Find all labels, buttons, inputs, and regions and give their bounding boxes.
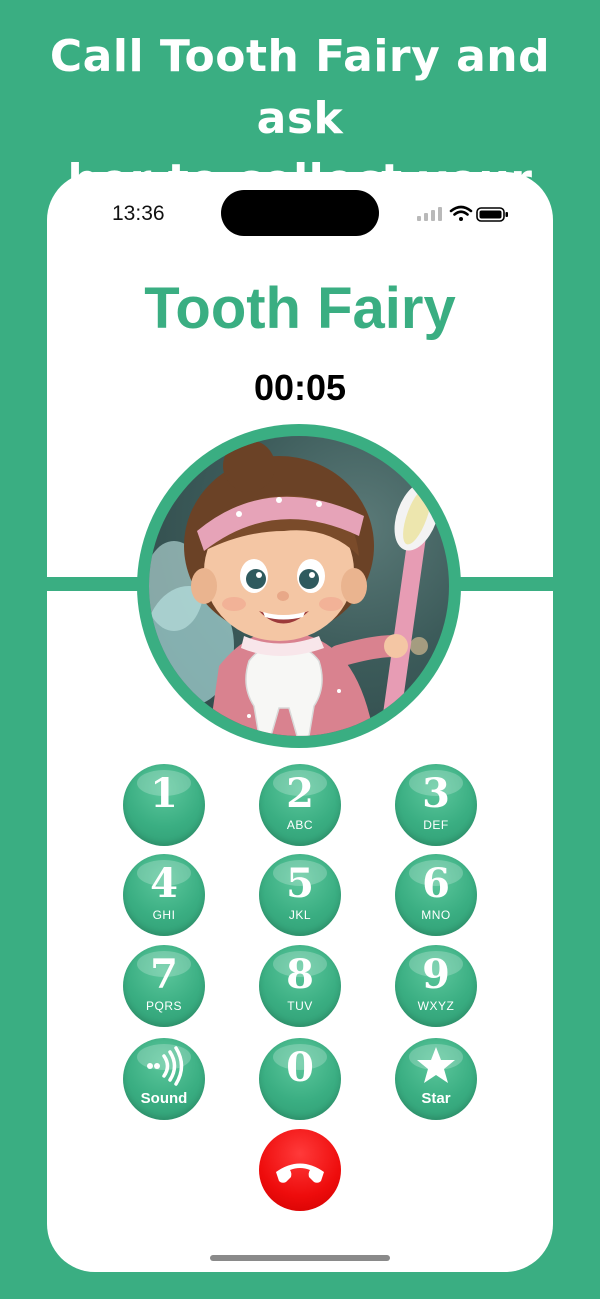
promo-line-1: Call Tooth Fairy and ask	[49, 31, 551, 144]
signal-icon	[417, 207, 442, 221]
key-0[interactable]: 0	[259, 1038, 341, 1120]
star-label: Star	[421, 1090, 451, 1107]
key-2[interactable]: 2 ABC	[259, 764, 341, 846]
key-8-letters: TUV	[287, 999, 313, 1013]
key-8-digit: 8	[286, 951, 314, 998]
key-6-letters: MNO	[421, 908, 451, 922]
key-5-digit: 5	[286, 860, 314, 907]
key-3[interactable]: 3 DEF	[395, 764, 477, 846]
key-9[interactable]: 9 WXYZ	[395, 945, 477, 1027]
call-timer: 00:05	[253, 367, 347, 408]
key-4-letters: GHI	[152, 908, 176, 922]
caller-avatar	[149, 436, 449, 736]
sound-icon	[147, 1046, 184, 1086]
key-1[interactable]: 1	[123, 764, 205, 846]
key-4[interactable]: 4 GHI	[123, 854, 205, 936]
phone-screen: 13:36 Tooth Fairy 00:05 1 2 ABC 3 DEF 4 …	[47, 172, 553, 1272]
dynamic-island	[221, 190, 379, 236]
key-7-letters: PQRS	[145, 999, 182, 1013]
key-2-digit: 2	[286, 770, 314, 817]
end-call-button[interactable]	[259, 1129, 341, 1211]
key-6[interactable]: 6 MNO	[395, 854, 477, 936]
key-4-digit: 4	[150, 860, 178, 907]
caller-name: Tooth Fairy	[144, 276, 456, 341]
key-0-digit: 0	[286, 1044, 314, 1091]
key-7-digit: 7	[150, 951, 178, 998]
key-7[interactable]: 7 PQRS	[123, 945, 205, 1027]
key-9-digit: 9	[422, 951, 450, 998]
sound-label: Sound	[140, 1090, 188, 1107]
sound-button[interactable]: Sound	[123, 1038, 205, 1120]
key-8[interactable]: 8 TUV	[259, 945, 341, 1027]
key-3-digit: 3	[422, 770, 450, 817]
key-5-letters: JKL	[288, 908, 312, 922]
battery-icon	[476, 207, 508, 222]
key-3-letters: DEF	[423, 818, 449, 832]
key-6-digit: 6	[422, 860, 450, 907]
key-2-letters: ABC	[286, 818, 314, 832]
hang-up-icon	[276, 1163, 324, 1183]
star-button[interactable]: Star	[395, 1038, 477, 1120]
home-indicator[interactable]	[210, 1255, 390, 1261]
key-1-digit: 1	[150, 770, 178, 817]
status-time: 13:36	[112, 202, 165, 225]
key-9-letters: WXYZ	[417, 999, 455, 1013]
key-5[interactable]: 5 JKL	[259, 854, 341, 936]
star-icon	[417, 1047, 455, 1083]
wifi-icon	[449, 205, 473, 221]
status-icons	[417, 204, 509, 228]
